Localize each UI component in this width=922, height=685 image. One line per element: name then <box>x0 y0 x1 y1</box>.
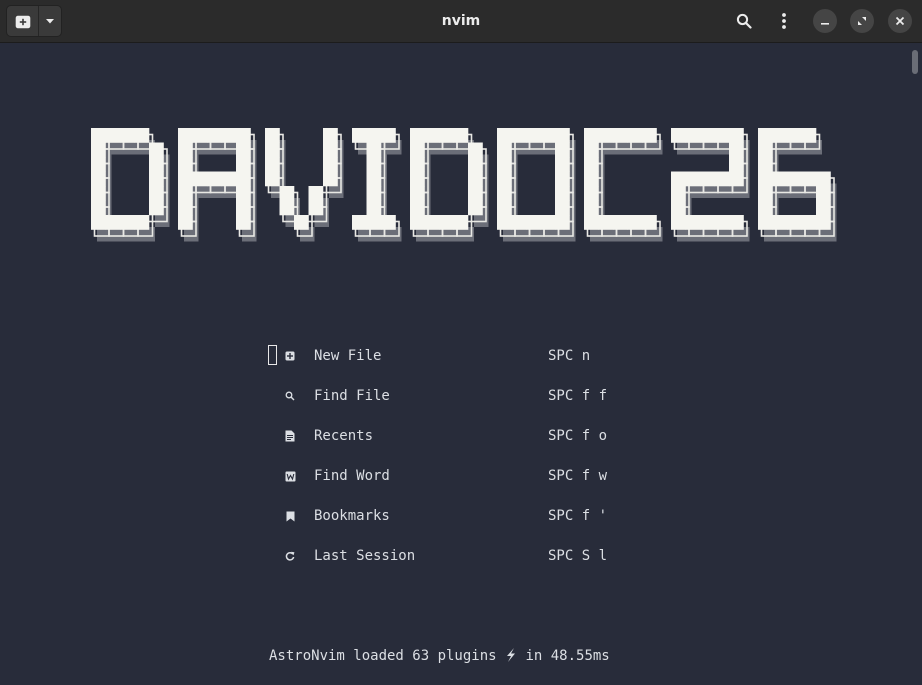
ascii-banner <box>91 128 837 242</box>
menu-item-shortcut: SPC f w <box>548 468 608 484</box>
menu-item-last-session[interactable]: Last Session SPC S l <box>280 546 640 566</box>
menu-item-shortcut: SPC f f <box>548 388 608 404</box>
menu-item-label: New File <box>314 348 382 364</box>
document-icon <box>284 430 296 442</box>
terminal-window: nvim New File SPC n Find File SPC f f Re… <box>0 0 922 685</box>
menu-item-label: Last Session <box>314 548 416 564</box>
menu-item-label: Find Word <box>314 468 390 484</box>
word-icon <box>284 470 296 482</box>
menu-item-shortcut: SPC f ' <box>548 508 608 524</box>
menu-item-shortcut: SPC S l <box>548 548 608 564</box>
menu-item-new-file[interactable]: New File SPC n <box>280 346 640 366</box>
text-cursor <box>268 345 277 365</box>
startup-time-text: in 48.55ms <box>517 648 610 664</box>
menu-item-recents[interactable]: Recents SPC f o <box>280 426 640 446</box>
startup-status: AstroNvim loaded 63 plugins in 48.55ms <box>269 646 610 666</box>
bookmark-icon <box>284 510 296 522</box>
refresh-icon <box>284 550 296 562</box>
menu-item-find-file[interactable]: Find File SPC f f <box>280 386 640 406</box>
startup-status-text: AstroNvim loaded 63 plugins <box>269 648 506 664</box>
search-icon <box>284 390 296 402</box>
menu-item-label: Recents <box>314 428 374 444</box>
menu-item-label: Bookmarks <box>314 508 390 524</box>
lightning-icon <box>507 648 516 662</box>
new-file-icon <box>284 350 296 362</box>
menu-item-shortcut: SPC f o <box>548 428 608 444</box>
menu-item-shortcut: SPC n <box>548 348 591 364</box>
menu-item-label: Find File <box>314 388 390 404</box>
menu-item-bookmarks[interactable]: Bookmarks SPC f ' <box>280 506 640 526</box>
menu-item-find-word[interactable]: Find Word SPC f w <box>280 466 640 486</box>
